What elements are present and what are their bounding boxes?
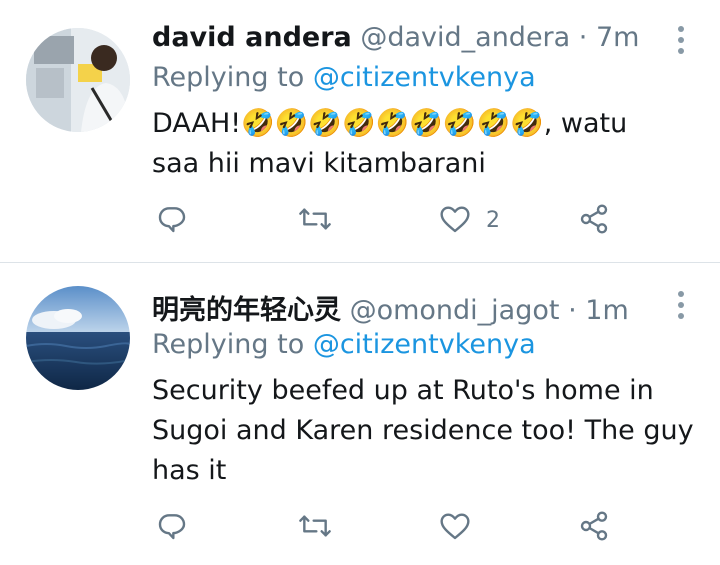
timestamp[interactable]: 1m xyxy=(585,295,628,326)
separator-dot: · xyxy=(578,22,588,53)
avatar[interactable] xyxy=(26,286,130,390)
tweet-text-line2: saa hii mavi kitambarani xyxy=(152,148,486,179)
display-name[interactable]: david andera xyxy=(152,22,352,53)
replying-to: Replying to @citizentvkenya xyxy=(152,62,536,93)
separator-dot: · xyxy=(568,295,577,326)
avatar[interactable] xyxy=(26,28,130,132)
tweet-2[interactable]: 明亮的年轻心灵 @omondi_jagot · 1m Replying to @… xyxy=(0,263,720,565)
tweet-text-line1: Security beefed up at Ruto's home in xyxy=(152,375,654,406)
tweet-text-end: , watu xyxy=(543,108,628,139)
like-count: 2 xyxy=(486,208,500,233)
more-icon[interactable] xyxy=(678,291,684,324)
tweet-text-line1: DAAH!🤣🤣🤣🤣🤣🤣🤣🤣🤣, watu xyxy=(152,104,627,144)
retweet-icon[interactable] xyxy=(297,510,333,542)
reply-icon[interactable] xyxy=(156,203,188,235)
timestamp[interactable]: 7m xyxy=(596,22,639,53)
tweet-text-start: DAAH! xyxy=(152,108,242,139)
tweet-header: david andera @david_andera · 7m xyxy=(152,22,639,53)
reply-icon[interactable] xyxy=(156,510,188,542)
share-icon[interactable] xyxy=(578,203,610,235)
display-name[interactable]: 明亮的年轻心灵 xyxy=(152,295,341,326)
replying-prefix: Replying to xyxy=(152,62,305,93)
tweet-text-line3: has it xyxy=(152,455,227,486)
more-icon[interactable] xyxy=(678,26,684,59)
heart-icon[interactable] xyxy=(438,510,472,542)
tweet-text-line2: Sugoi and Karen residence too! The guy xyxy=(152,415,694,446)
retweet-icon[interactable] xyxy=(297,203,333,235)
emoji-run: 🤣🤣🤣🤣🤣🤣🤣🤣🤣 xyxy=(241,108,544,139)
tweet-header: 明亮的年轻心灵 @omondi_jagot · 1m xyxy=(152,288,629,327)
replying-handle-link[interactable]: @citizentvkenya xyxy=(313,329,536,360)
replying-handle-link[interactable]: @citizentvkenya xyxy=(313,62,536,93)
user-handle[interactable]: @omondi_jagot xyxy=(350,295,560,326)
replying-prefix: Replying to xyxy=(152,329,305,360)
share-icon[interactable] xyxy=(578,510,610,542)
replying-to: Replying to @citizentvkenya xyxy=(152,329,536,360)
heart-icon[interactable] xyxy=(438,203,472,235)
user-handle[interactable]: @david_andera xyxy=(360,22,570,53)
tweet-1[interactable]: david andera @david_andera · 7m Replying… xyxy=(0,0,720,263)
